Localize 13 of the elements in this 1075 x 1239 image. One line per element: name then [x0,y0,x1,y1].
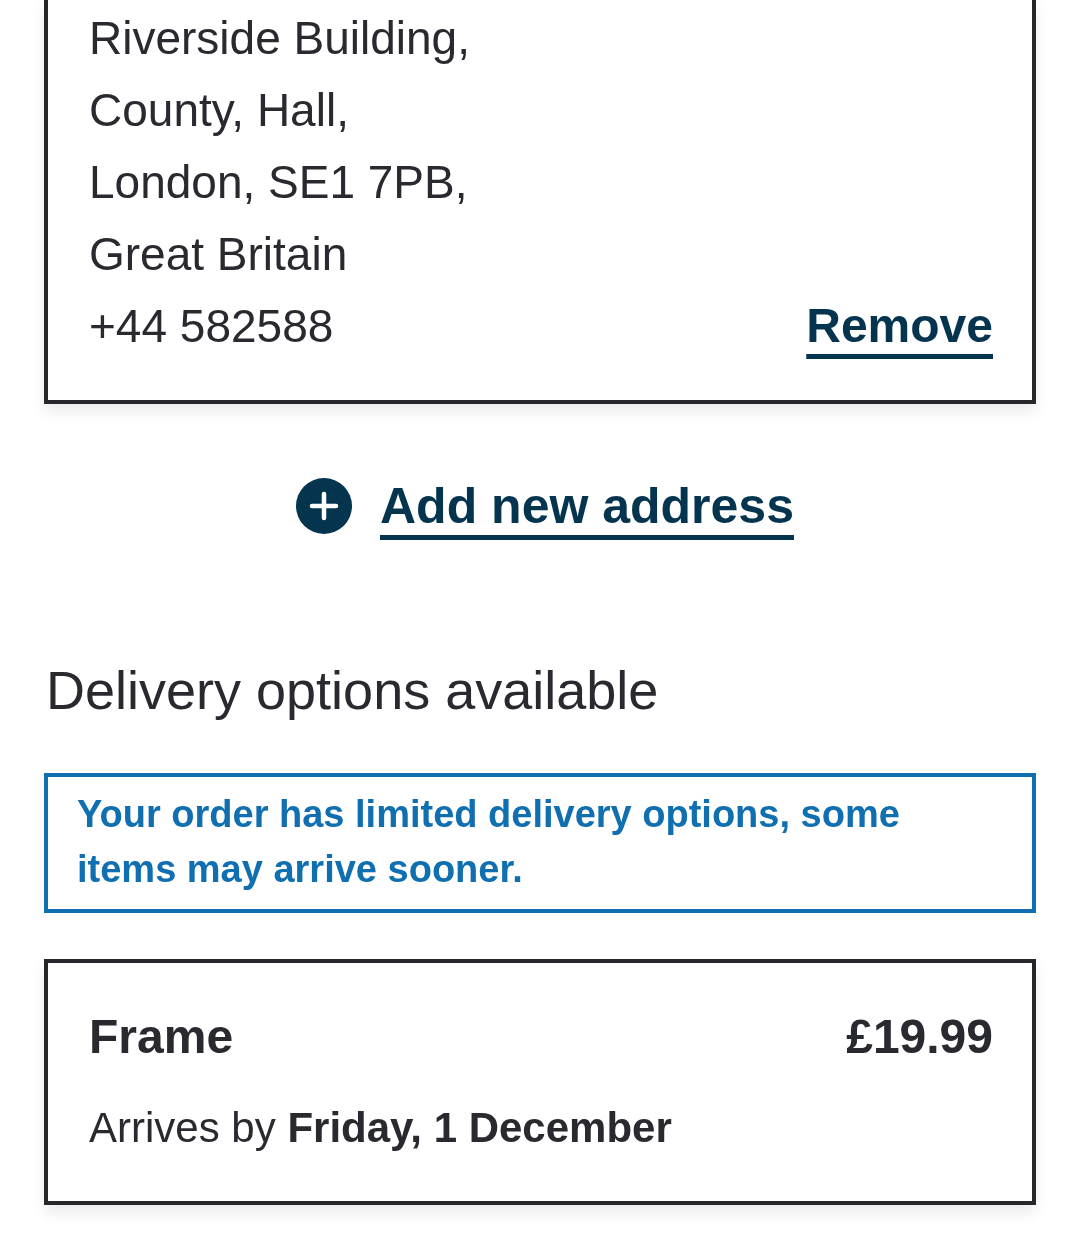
item-name: Frame [89,1009,234,1065]
address-line: London, SE1 7PB, [89,155,468,210]
section-heading: Delivery options available [45,659,659,722]
plus-circle-icon[interactable] [296,478,352,534]
phone-number: +44 582588 [89,299,334,354]
arrival-text: Arrives by Friday, 1 December [89,1103,672,1153]
info-notice: Your order has limited delivery options, some items may arrive sooner. [44,773,1036,913]
address-line: Riverside Building, [89,11,470,66]
address-line: County, Hall, [89,83,349,138]
address-line: Great Britain [89,227,348,282]
remove-link[interactable]: Remove [806,296,993,356]
add-address-link[interactable]: Add new address [380,476,794,536]
item-price: £19.99 [846,1009,993,1065]
